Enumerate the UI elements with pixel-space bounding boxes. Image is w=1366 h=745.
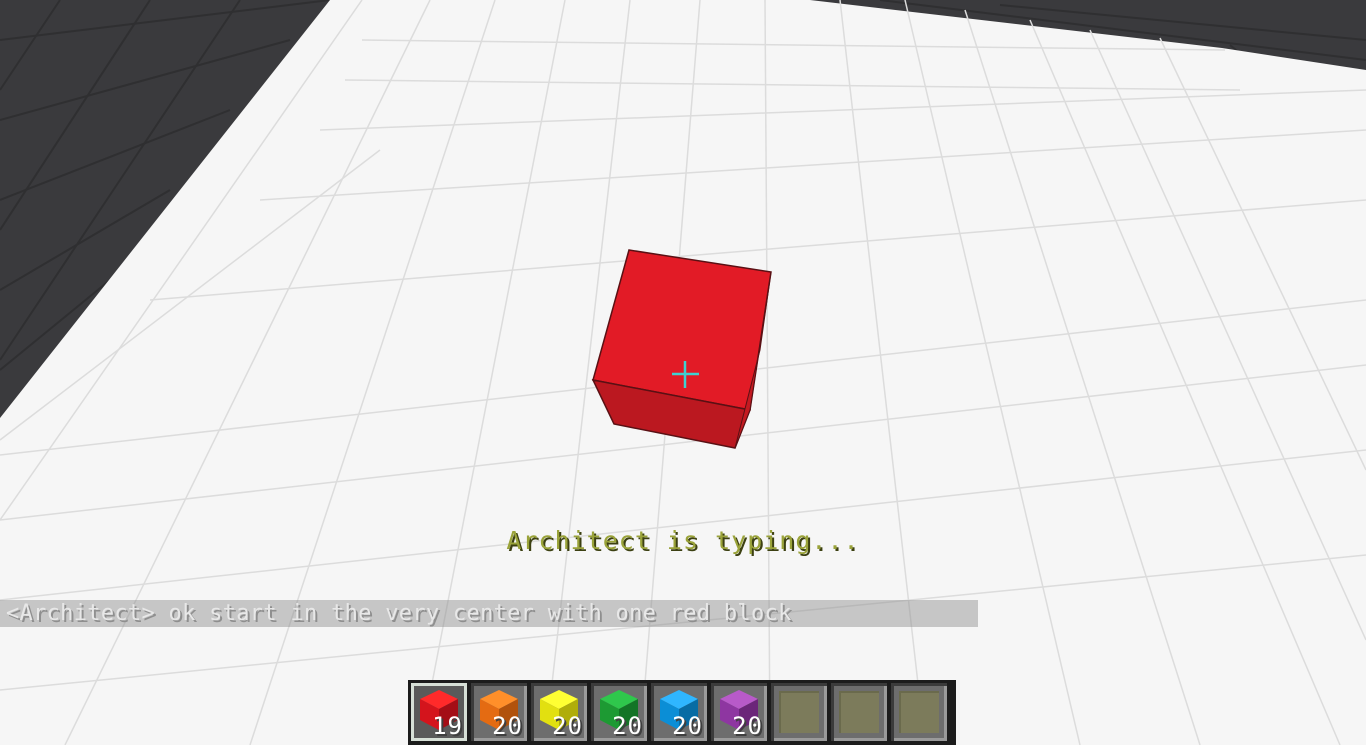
- hotbar-slot-blue-block[interactable]: 20: [651, 683, 707, 741]
- chat-message-bar: <Architect> ok start in the very center …: [0, 600, 978, 627]
- empty-slot-icon: [779, 691, 819, 733]
- hotbar-slot-yellow-block[interactable]: 20: [531, 683, 587, 741]
- item-count: 20: [612, 712, 643, 740]
- hotbar-slot-green-block[interactable]: 20: [591, 683, 647, 741]
- item-count: 20: [672, 712, 703, 740]
- game-viewport[interactable]: [0, 0, 1366, 745]
- hotbar-slot-empty[interactable]: [771, 683, 827, 741]
- empty-slot-icon: [839, 691, 879, 733]
- hotbar-slot-orange-block[interactable]: 20: [471, 683, 527, 741]
- hotbar-slot-red-block[interactable]: 19: [411, 683, 467, 741]
- item-count: 20: [732, 712, 763, 740]
- item-count: 20: [492, 712, 523, 740]
- hotbar-slot-empty[interactable]: [891, 683, 947, 741]
- item-count: 20: [552, 712, 583, 740]
- hotbar-slot-empty[interactable]: [831, 683, 887, 741]
- item-count: 19: [432, 712, 463, 740]
- hotbar[interactable]: 19 20 20 20 20 20: [408, 680, 956, 745]
- empty-slot-icon: [899, 691, 939, 733]
- chat-message: <Architect> ok start in the very center …: [6, 601, 792, 626]
- typing-indicator: Architect is typing...: [506, 526, 860, 555]
- hotbar-slot-purple-block[interactable]: 20: [711, 683, 767, 741]
